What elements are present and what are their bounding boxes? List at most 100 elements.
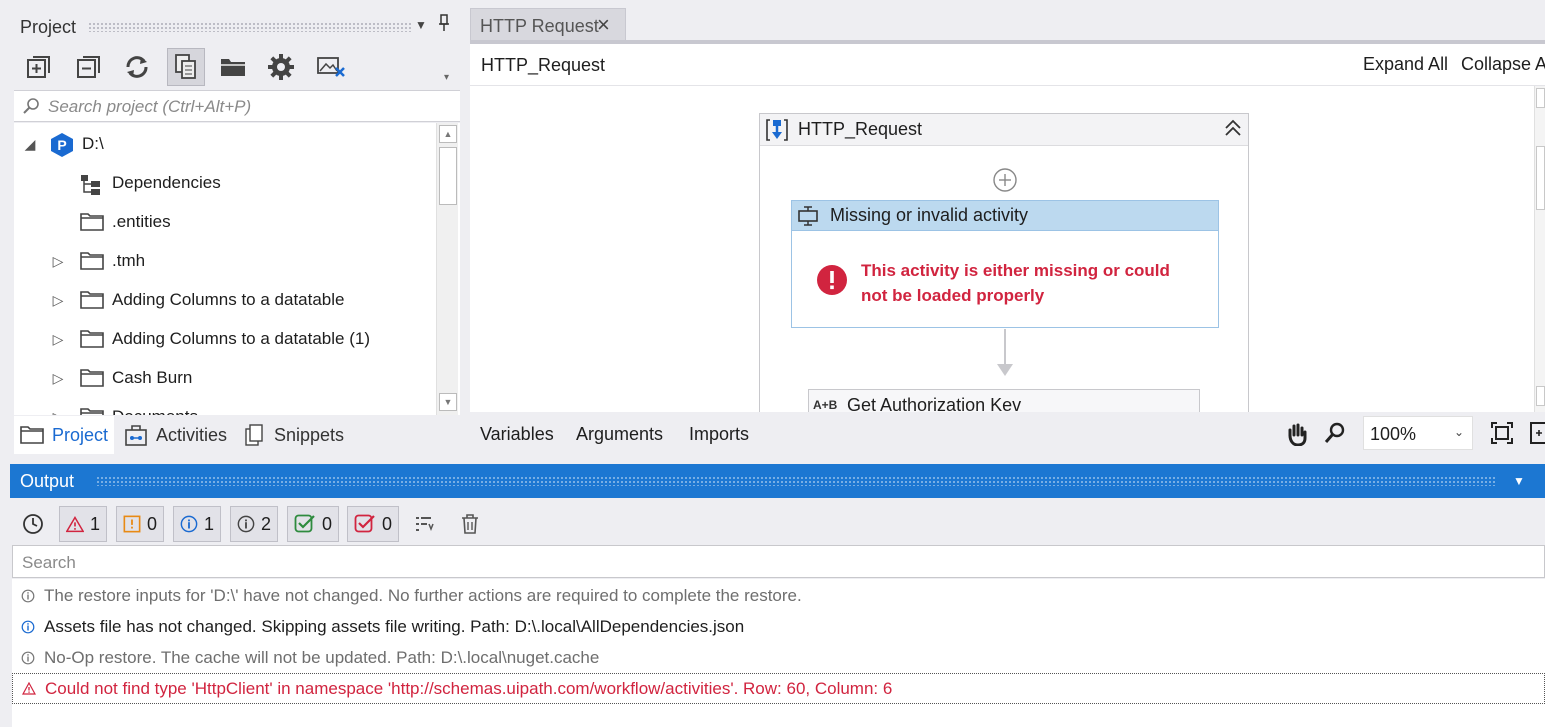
folder-icon <box>80 330 104 353</box>
tree-collapsed-arrow-icon[interactable]: ▷ <box>50 409 66 416</box>
zoom-icon[interactable] <box>1324 422 1346 449</box>
trash-icon[interactable] <box>460 513 480 540</box>
get-authorization-key-activity[interactable]: A+B Get Authorization Kev <box>808 389 1200 412</box>
designer-footer: Variables Arguments Imports 100% ⌄ <box>470 412 1545 454</box>
canvas-scrollbar[interactable] <box>1534 86 1545 412</box>
project-panel-title: Project <box>20 17 77 37</box>
tab-activities[interactable]: Activities <box>122 416 240 454</box>
success-check-icon <box>294 514 315 533</box>
drag-grip[interactable] <box>88 22 413 32</box>
open-folder-icon[interactable] <box>214 48 252 86</box>
tree-item-label: Documents <box>112 407 198 415</box>
activity-title: Get Authorization Kev <box>847 395 1022 412</box>
scrollbar-thumb[interactable] <box>439 147 457 205</box>
collapse-messages-icon[interactable] <box>414 514 436 539</box>
tree-collapsed-arrow-icon[interactable]: ▷ <box>50 331 66 348</box>
tab-http-request[interactable]: HTTP Request × <box>470 8 626 42</box>
pin-icon[interactable] <box>438 14 450 37</box>
document-tab-label: HTTP Request <box>480 16 599 36</box>
errors-filter-button[interactable]: 1 <box>59 506 107 542</box>
trace-count: 2 <box>260 513 271 534</box>
folder-icon <box>80 408 104 415</box>
refresh-icon[interactable] <box>118 48 156 86</box>
scroll-up-arrow-icon[interactable] <box>1536 88 1545 108</box>
project-search-box[interactable]: Search project (Ctrl+Alt+P) <box>14 90 460 122</box>
folder-icon <box>80 252 104 275</box>
tree-expanded-arrow-icon[interactable]: ◢ <box>22 136 38 153</box>
tab-label: Snippets <box>274 424 345 445</box>
output-message[interactable]: The restore inputs for 'D:\' have not ch… <box>12 580 1545 611</box>
tree-collapsed-arrow-icon[interactable]: ▷ <box>50 253 66 270</box>
output-panel-header: Output ▼ <box>10 464 1545 498</box>
project-panel-header: Project ▼ <box>10 8 462 44</box>
scrollbar-thumb[interactable] <box>1536 146 1545 210</box>
scroll-down-arrow-icon[interactable] <box>1536 386 1545 406</box>
output-message-text: The restore inputs for 'D:\' have not ch… <box>44 585 802 605</box>
drag-grip[interactable] <box>96 476 1496 486</box>
expand-all-button[interactable]: Expand All <box>1363 54 1448 75</box>
fit-to-screen-icon[interactable] <box>1491 422 1513 449</box>
connector-line <box>1004 329 1006 365</box>
pan-hand-icon[interactable] <box>1285 422 1309 451</box>
output-panel-title: Output <box>20 471 75 491</box>
tree-item-label: Adding Columns to a datatable <box>112 290 345 309</box>
sequence-activity[interactable]: HTTP_Request Missing or invalid activity… <box>759 113 1249 412</box>
toolbar-overflow-icon[interactable]: ▾ <box>444 72 449 83</box>
trace-filter-button[interactable]: 2 <box>230 506 278 542</box>
trace-icon <box>237 515 255 533</box>
collapse-all-button[interactable]: Collapse A <box>1461 54 1545 75</box>
add-activity-icon[interactable] <box>992 167 1018 198</box>
collapse-all-icon[interactable] <box>70 48 108 86</box>
tab-project[interactable]: Project <box>14 416 114 454</box>
warning-icon <box>123 515 141 533</box>
breadcrumb[interactable]: HTTP_Request <box>481 55 605 76</box>
tree-collapsed-arrow-icon[interactable]: ▷ <box>50 292 66 309</box>
snippets-icon <box>245 424 263 446</box>
scroll-down-arrow-icon[interactable]: ▼ <box>439 393 457 411</box>
close-icon[interactable]: × <box>597 12 610 38</box>
folder-icon <box>80 369 104 392</box>
info-filter-button[interactable]: 1 <box>173 506 221 542</box>
warnings-filter-button[interactable]: 0 <box>116 506 164 542</box>
output-message[interactable]: Assets file has not changed. Skipping as… <box>12 611 1545 642</box>
variables-tab[interactable]: Variables <box>480 424 554 445</box>
chevron-down-icon[interactable]: ⌄ <box>1454 425 1464 439</box>
show-all-files-icon[interactable] <box>167 48 205 86</box>
tree-collapsed-arrow-icon[interactable]: ▷ <box>50 370 66 387</box>
connector-arrow-icon <box>996 362 1014 382</box>
panel-menu-chevron-icon[interactable]: ▼ <box>1513 474 1525 488</box>
overview-icon[interactable] <box>1530 422 1545 449</box>
arguments-tab[interactable]: Arguments <box>576 424 663 445</box>
tree-scrollbar[interactable]: ▲ ▼ <box>436 123 458 415</box>
tree-item-label: Cash Burn <box>112 368 193 387</box>
imports-tab[interactable]: Imports <box>689 424 749 445</box>
missing-activity-header: Missing or invalid activity <box>792 201 1218 231</box>
expand-all-icon[interactable] <box>20 48 58 86</box>
output-message-selected[interactable]: Could not find type 'HttpClient' in name… <box>12 673 1545 704</box>
sequence-title[interactable]: HTTP_Request <box>798 119 922 140</box>
project-search-input[interactable]: Search project (Ctrl+Alt+P) <box>48 97 251 117</box>
tab-snippets[interactable]: Snippets <box>244 416 356 454</box>
zoom-level-select[interactable]: 100% ⌄ <box>1363 416 1473 450</box>
output-search-box[interactable]: Search <box>12 545 1545 578</box>
folder-icon <box>80 291 104 314</box>
missing-activity-card[interactable]: Missing or invalid activity This activit… <box>791 200 1219 328</box>
output-message[interactable]: No-Op restore. The cache will not be upd… <box>12 642 1545 673</box>
success-filter-button[interactable]: 0 <box>287 506 339 542</box>
remove-unused-icon[interactable] <box>312 48 350 86</box>
clock-icon[interactable] <box>22 513 44 540</box>
sequence-icon <box>764 117 790 148</box>
trace-icon <box>12 651 44 665</box>
designer-canvas[interactable]: HTTP_Request Missing or invalid activity… <box>470 86 1536 412</box>
tree-item-label: Dependencies <box>112 173 221 192</box>
failed-filter-button[interactable]: 0 <box>347 506 399 542</box>
output-message-list: The restore inputs for 'D:\' have not ch… <box>12 579 1545 727</box>
output-search-input[interactable]: Search <box>22 553 76 573</box>
settings-icon[interactable] <box>262 48 300 86</box>
collapse-chevron-icon[interactable] <box>1224 118 1242 143</box>
designer-header: HTTP_Request Expand All Collapse A <box>470 44 1545 86</box>
scroll-up-arrow-icon[interactable]: ▲ <box>439 125 457 143</box>
search-icon <box>22 97 40 120</box>
success-count: 0 <box>321 513 332 534</box>
panel-menu-chevron-icon[interactable]: ▼ <box>415 18 427 32</box>
